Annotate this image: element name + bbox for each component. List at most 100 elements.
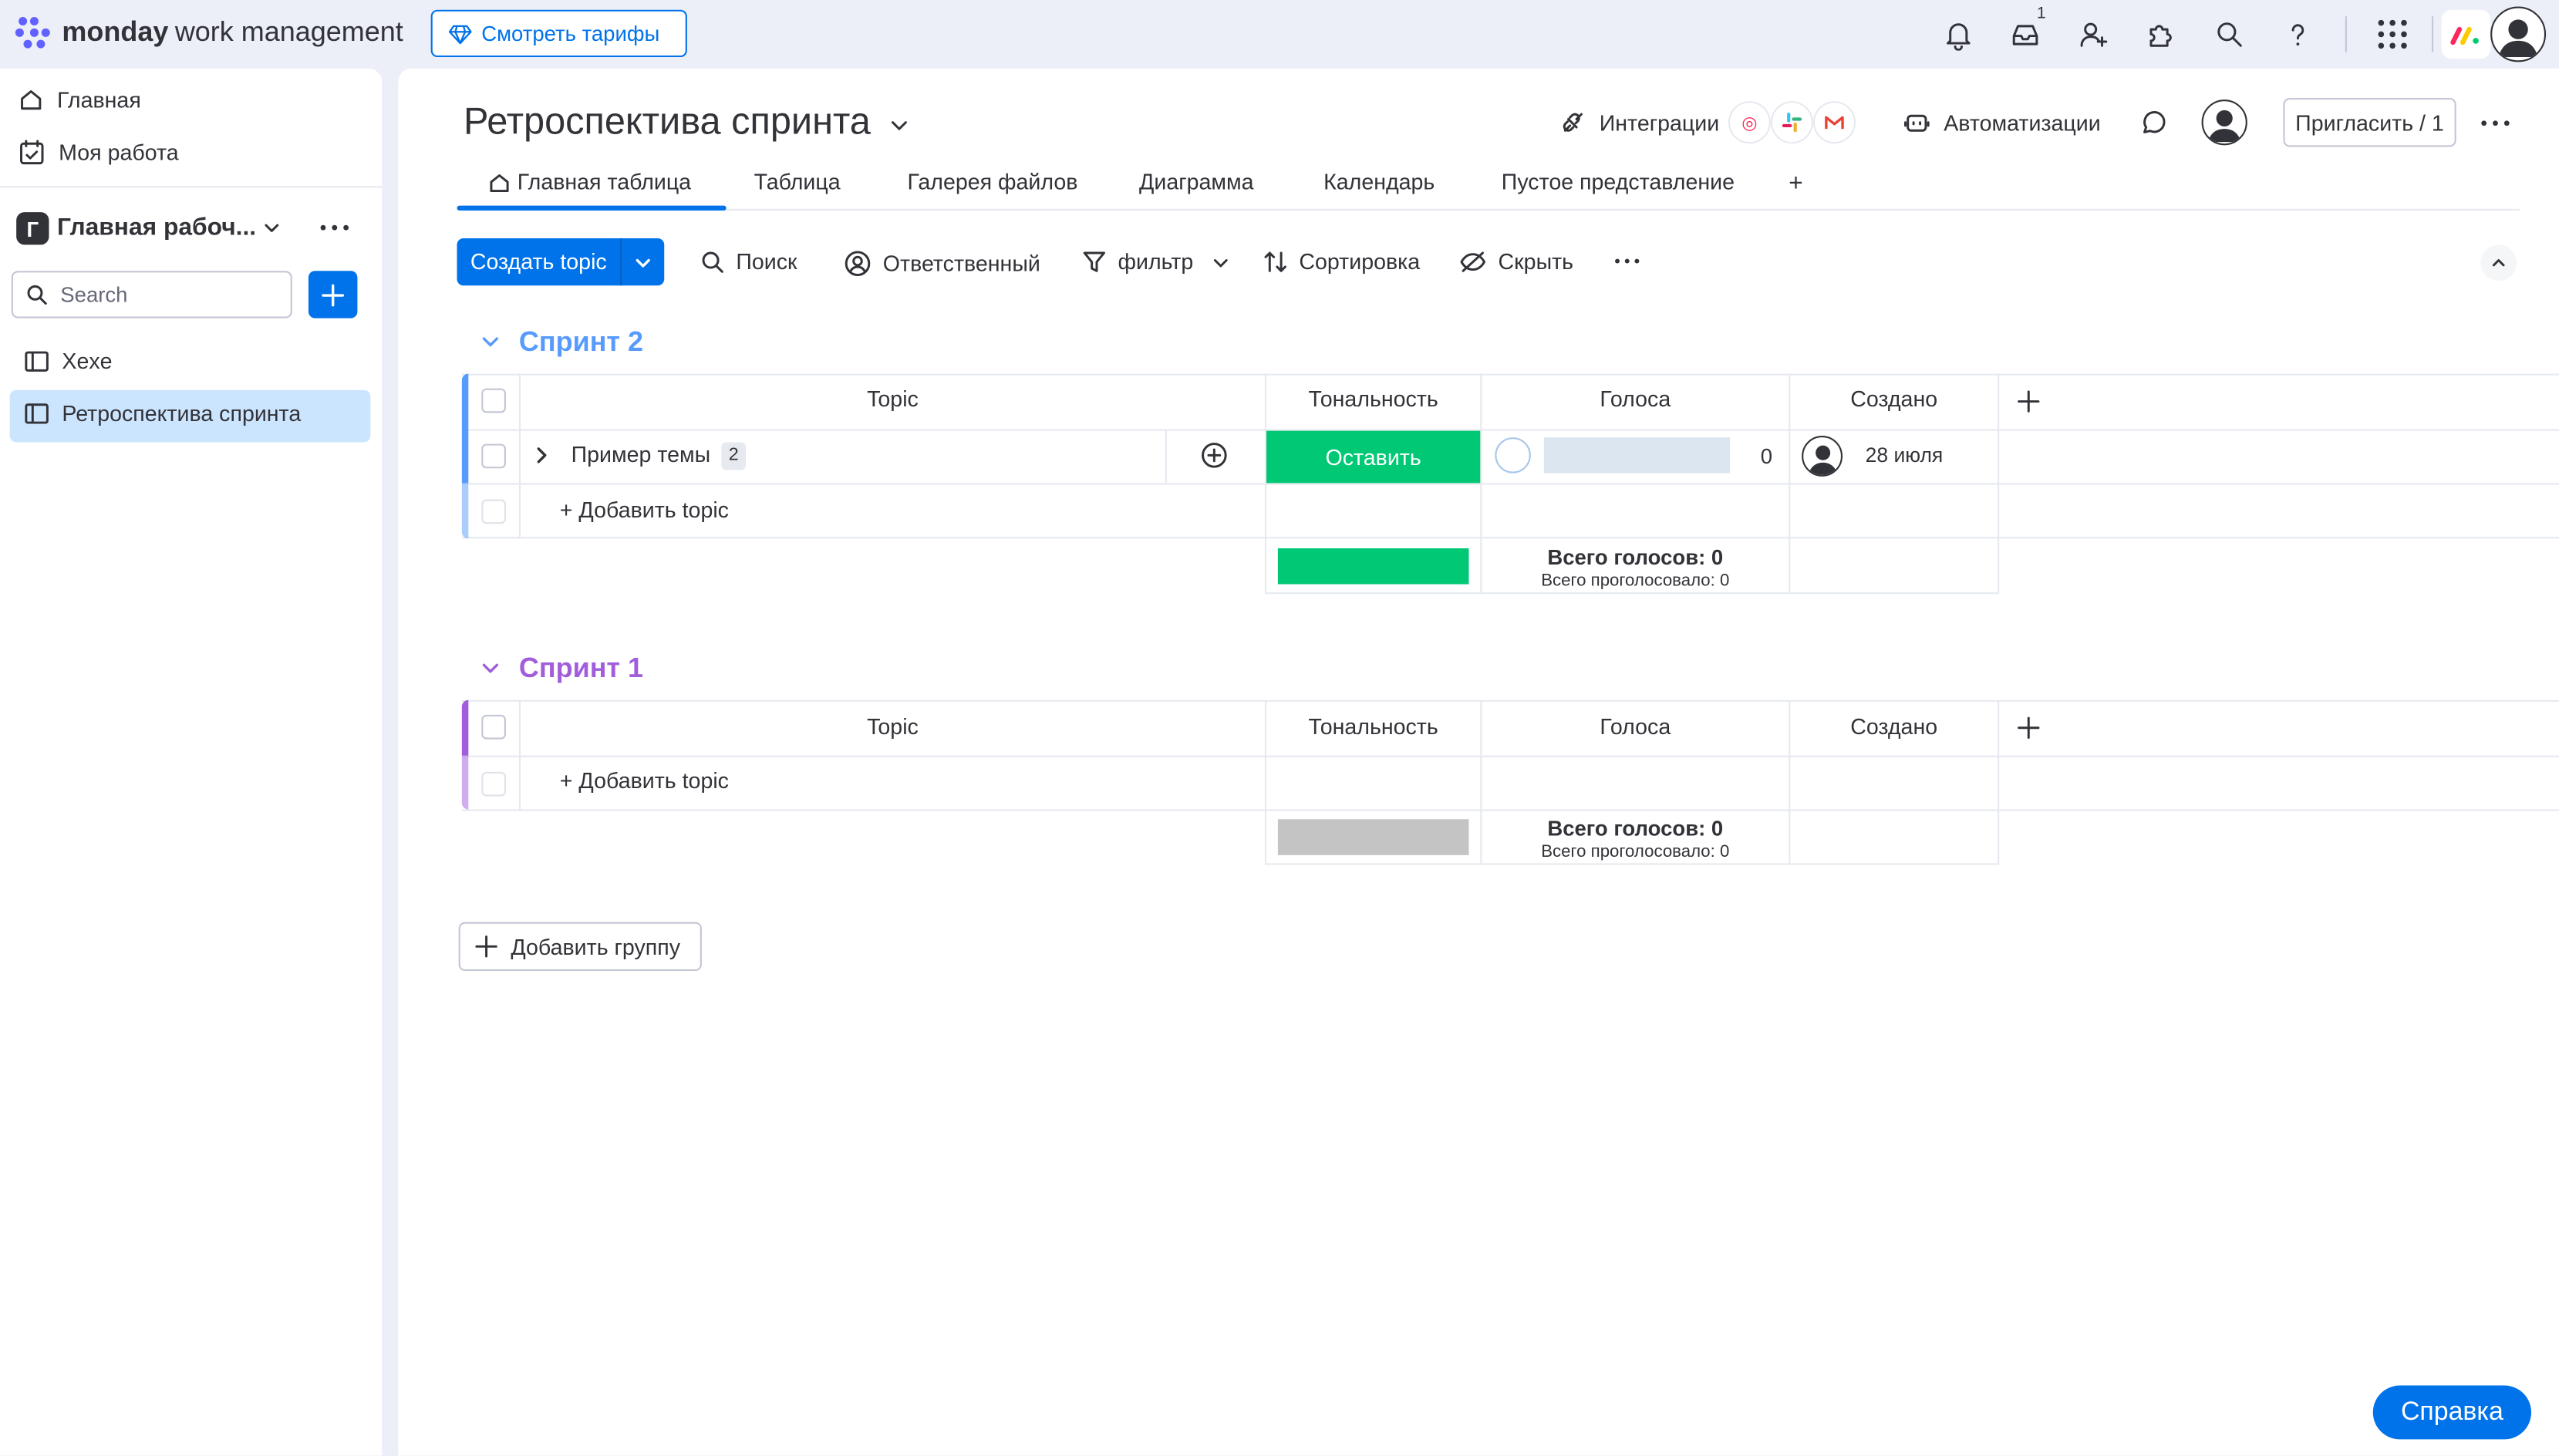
gmail-icon[interactable] xyxy=(1812,101,1856,144)
vote-button[interactable] xyxy=(1495,437,1531,474)
tab-chart[interactable]: Диаграмма xyxy=(1139,170,1254,194)
add-column-plus-icon[interactable] xyxy=(2017,390,2040,413)
updates-chat-icon[interactable] xyxy=(2139,110,2167,137)
toolbar-more-icon[interactable] xyxy=(1614,258,1640,264)
filter-button[interactable]: фильтр xyxy=(1082,249,1194,275)
add-view-button[interactable]: + xyxy=(1789,170,1803,197)
plus-icon xyxy=(475,935,498,959)
person-label: Ответственный xyxy=(882,251,1040,276)
sidebar-board-xexe[interactable]: Xexe xyxy=(25,349,113,374)
col-line xyxy=(1165,429,1167,484)
chevron-down-icon[interactable] xyxy=(261,217,283,238)
slack-icon[interactable] xyxy=(1770,101,1813,144)
group-title-sprint-1[interactable]: Спринт 1 xyxy=(519,652,643,685)
integrations-button[interactable]: Интеграции xyxy=(1560,110,1719,136)
workspace-name[interactable]: Главная рабоч... xyxy=(57,214,256,241)
select-all-checkbox[interactable] xyxy=(481,388,506,413)
votes-summary-total: Всего голосов: 0 xyxy=(1547,816,1724,841)
item-name[interactable]: Пример темы xyxy=(571,442,711,467)
person-filter-button[interactable]: Ответственный xyxy=(844,250,1040,278)
tone-status-cell[interactable]: Оставить xyxy=(1266,430,1481,484)
create-topic-button[interactable]: Создать topic xyxy=(457,238,665,286)
divider xyxy=(2431,16,2434,52)
bell-icon[interactable] xyxy=(1942,18,1974,51)
help-button[interactable]: Справка xyxy=(2372,1385,2532,1440)
integrations-label: Интеграции xyxy=(1599,110,1720,135)
tabs-divider xyxy=(457,208,2520,211)
add-column-plus-icon[interactable] xyxy=(2017,716,2040,740)
column-header-votes[interactable]: Голоса xyxy=(1482,715,1789,740)
column-header-tone[interactable]: Тональность xyxy=(1266,387,1480,412)
home-icon xyxy=(488,170,511,194)
monday-products-icon[interactable] xyxy=(2441,9,2491,59)
column-header-created[interactable]: Создано xyxy=(1790,715,1998,740)
integration-app-icon[interactable]: ◎ xyxy=(1728,101,1771,144)
created-date: 28 июля xyxy=(1865,443,1944,467)
filter-label: фильтр xyxy=(1118,249,1194,275)
sidebar-item-my-work[interactable]: Моя работа xyxy=(18,139,179,167)
chevron-down-icon[interactable] xyxy=(1211,253,1230,272)
chevron-down-icon[interactable] xyxy=(888,114,911,137)
tab-calendar[interactable]: Календарь xyxy=(1323,170,1435,194)
tab-main-table[interactable]: Главная таблица xyxy=(488,170,691,194)
board-title[interactable]: Ретроспектива спринта xyxy=(464,99,871,143)
help-icon[interactable] xyxy=(2281,18,2314,50)
add-topic-input[interactable]: + Добавить topic xyxy=(560,769,729,794)
sidebar-item-label: Моя работа xyxy=(59,140,179,165)
search-button[interactable]: Поиск xyxy=(700,249,797,275)
invite-member-icon[interactable] xyxy=(2078,18,2110,50)
calendar-check-icon xyxy=(18,139,46,167)
group-title-sprint-2[interactable]: Спринт 2 xyxy=(519,326,643,359)
add-item-button[interactable] xyxy=(308,271,358,318)
monday-logo-icon[interactable] xyxy=(13,13,56,56)
sort-button[interactable]: Сортировка xyxy=(1263,249,1421,275)
add-row-checkbox xyxy=(481,771,506,797)
row-checkbox[interactable] xyxy=(481,443,506,469)
group-color-bar xyxy=(461,483,469,539)
group-color-bar xyxy=(461,373,469,484)
creator-avatar[interactable] xyxy=(1802,435,1843,477)
tab-empty-view[interactable]: Пустое представление xyxy=(1502,170,1735,194)
row-line xyxy=(461,809,2559,811)
automations-button[interactable]: Автоматизации xyxy=(1903,110,2101,136)
search-icon[interactable] xyxy=(2213,18,2245,50)
search-label: Поиск xyxy=(736,249,797,275)
column-header-votes[interactable]: Голоса xyxy=(1482,387,1789,412)
tab-files-gallery[interactable]: Галерея файлов xyxy=(908,170,1078,194)
chevron-down-icon[interactable] xyxy=(622,252,664,271)
add-topic-input[interactable]: + Добавить topic xyxy=(560,497,729,522)
collapse-header-button[interactable] xyxy=(2480,244,2517,281)
view-plans-button[interactable]: Смотреть тарифы xyxy=(430,9,687,58)
add-group-button[interactable]: Добавить группу xyxy=(458,922,702,972)
group-collapse-chevron-icon[interactable] xyxy=(480,332,501,353)
hide-columns-button[interactable]: Скрыть xyxy=(1459,250,1573,274)
column-header-tone[interactable]: Тональность xyxy=(1266,715,1480,740)
app-switcher-grid-icon[interactable] xyxy=(2376,18,2409,50)
search-icon xyxy=(26,284,48,305)
sidebar-board-sprint-retro[interactable]: Ретроспектива спринта xyxy=(25,402,301,426)
expand-subitems-chevron-icon[interactable] xyxy=(532,446,551,465)
sidebar-item-home[interactable]: Главная xyxy=(18,86,141,113)
votes-summary-voted: Всего проголосовало: 0 xyxy=(1541,571,1730,592)
tab-table[interactable]: Таблица xyxy=(754,170,841,194)
apps-puzzle-icon[interactable] xyxy=(2145,18,2177,50)
column-header-topic[interactable]: Topic xyxy=(521,387,1265,412)
column-header-created[interactable]: Создано xyxy=(1790,387,1998,412)
workspace-more-icon[interactable] xyxy=(320,224,349,232)
row-line xyxy=(461,429,2559,431)
group-collapse-chevron-icon[interactable] xyxy=(480,658,501,679)
diamond-icon xyxy=(448,22,472,46)
user-avatar[interactable] xyxy=(2490,6,2547,62)
column-header-topic[interactable]: Topic xyxy=(521,715,1265,740)
person-circle-icon xyxy=(844,250,872,278)
select-all-checkbox[interactable] xyxy=(481,714,506,740)
board-owner-avatar[interactable] xyxy=(2201,99,2247,146)
sidebar-search-input[interactable]: Search xyxy=(11,271,292,318)
invite-button[interactable]: Пригласить / 1 xyxy=(2283,97,2456,147)
tone-summary-bar xyxy=(1277,548,1469,585)
board-more-icon[interactable] xyxy=(2480,119,2510,127)
subitems-count-badge[interactable]: 2 xyxy=(721,442,747,470)
sidebar-item-label: Ретроспектива спринта xyxy=(62,401,302,426)
sort-label: Сортировка xyxy=(1299,249,1421,275)
add-update-icon[interactable] xyxy=(1199,440,1229,470)
